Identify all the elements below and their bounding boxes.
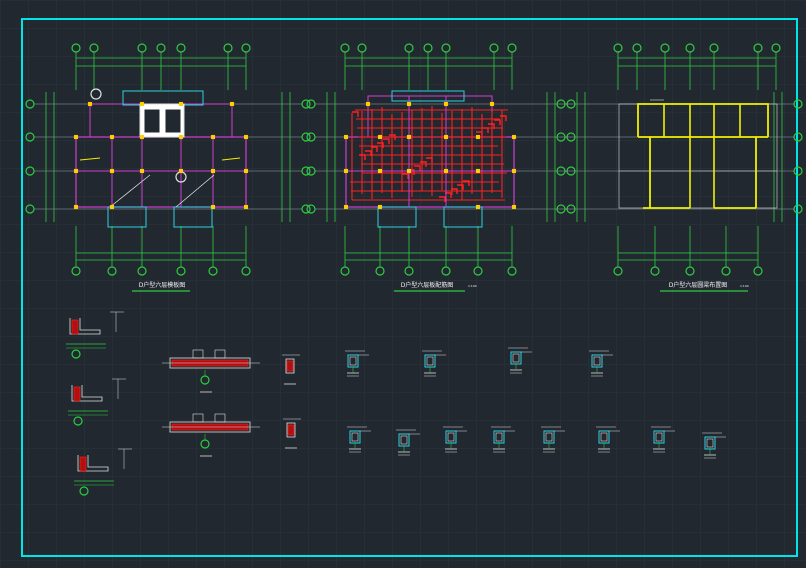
column — [511, 168, 517, 174]
column — [343, 168, 349, 174]
column — [73, 204, 79, 210]
column — [406, 134, 412, 140]
section-rebar — [287, 424, 295, 436]
svg-text:D户型六层模板图: D户型六层模板图 — [139, 281, 186, 289]
column — [139, 134, 145, 140]
column — [139, 168, 145, 174]
column — [210, 134, 216, 140]
column — [377, 204, 383, 210]
column — [443, 168, 449, 174]
column — [475, 204, 481, 210]
column — [443, 134, 449, 140]
column — [229, 101, 235, 107]
column — [343, 134, 349, 140]
column — [365, 101, 371, 107]
svg-text:D户型六层圆梁布置图: D户型六层圆梁布置图 — [669, 281, 728, 289]
column — [406, 101, 412, 107]
svg-text:1:100: 1:100 — [468, 284, 477, 288]
column — [87, 101, 93, 107]
column — [475, 168, 481, 174]
svg-text:D户型六层板配筋图: D户型六层板配筋图 — [401, 281, 454, 289]
column — [73, 134, 79, 140]
column — [243, 134, 249, 140]
column — [377, 134, 383, 140]
column — [73, 168, 79, 174]
column — [139, 101, 145, 107]
column — [443, 101, 449, 107]
column — [406, 168, 412, 174]
column — [109, 204, 115, 210]
column — [511, 204, 517, 210]
section-rebar — [286, 360, 294, 372]
column — [178, 168, 184, 174]
column — [343, 204, 349, 210]
column — [109, 168, 115, 174]
cad-drawing-canvas[interactable]: D户型六层模板图 D户型六层板配筋图 1:100 D户型六层圆梁布置图 1:10… — [0, 0, 806, 568]
svg-text:1:100: 1:100 — [740, 284, 749, 288]
column — [178, 101, 184, 107]
column — [109, 134, 115, 140]
stair-rebar — [71, 319, 79, 335]
stair-rebar — [79, 456, 87, 472]
column — [243, 168, 249, 174]
column — [178, 134, 184, 140]
cad-drawing[interactable]: D户型六层模板图 D户型六层板配筋图 1:100 D户型六层圆梁布置图 1:10… — [0, 0, 806, 568]
stair-rebar — [73, 386, 81, 402]
column — [475, 134, 481, 140]
column — [377, 168, 383, 174]
column — [210, 204, 216, 210]
column — [511, 134, 517, 140]
column — [210, 168, 216, 174]
column — [243, 204, 249, 210]
column — [489, 101, 495, 107]
